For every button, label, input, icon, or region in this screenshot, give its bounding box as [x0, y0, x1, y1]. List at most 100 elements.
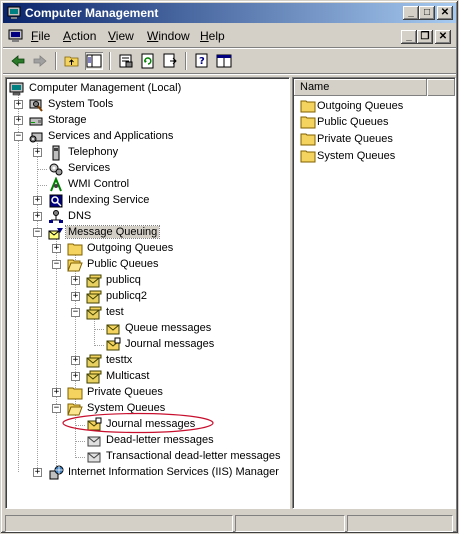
tree-node-label: Services and Applications [48, 130, 174, 142]
list-header[interactable]: Name [294, 79, 455, 96]
tree-node-system-queues[interactable]: − System Queues [7, 401, 277, 417]
tree-node-label: Private Queues [87, 386, 163, 398]
expand-icon[interactable]: + [71, 276, 80, 285]
menu-bar: File Action View Window Help _ ❐ ✕ [3, 25, 456, 47]
tree-node-services-and-applications[interactable]: − Services and Applications [7, 129, 277, 145]
folder-icon [300, 98, 316, 114]
toolbar-divider [3, 73, 456, 75]
tree-node-outgoing-queues[interactable]: + Outgoing Queues [7, 241, 277, 257]
expand-icon[interactable]: + [33, 148, 42, 157]
menu-window[interactable]: Window [147, 29, 190, 43]
expand-icon[interactable]: + [14, 116, 23, 125]
list-item[interactable]: System Queues [300, 148, 450, 164]
column-header-name[interactable]: Name [300, 81, 329, 93]
tree-node-label: Multicast [106, 370, 150, 382]
back-icon[interactable] [9, 52, 27, 70]
expand-icon[interactable]: + [71, 356, 80, 365]
list-item[interactable]: Private Queues [300, 131, 450, 147]
collapse-icon[interactable]: − [71, 308, 80, 317]
tree-line [94, 345, 104, 346]
menu-window-label: indow [158, 29, 190, 43]
tree-node-dead-letter-messages[interactable]: Dead-letter messages [7, 433, 277, 449]
tree-node-private-queues[interactable]: + Private Queues [7, 385, 277, 401]
list-item[interactable]: Outgoing Queues [300, 98, 450, 114]
folder-icon [300, 131, 316, 147]
queue-icon [86, 289, 102, 305]
title-bar[interactable]: Computer Management _ □ ✕ [3, 3, 456, 23]
mdi-minimize-button[interactable]: _ [401, 30, 417, 44]
tree-node-label: publicq2 [106, 290, 147, 302]
export-list-icon[interactable] [161, 52, 179, 70]
console-window-icon[interactable] [8, 28, 24, 44]
tree-node-publicq[interactable]: + publicq [7, 273, 277, 289]
toolbar: ? [3, 49, 456, 73]
column-divider[interactable] [426, 79, 428, 96]
expand-icon[interactable]: + [33, 468, 42, 477]
help-icon[interactable]: ? [193, 52, 211, 70]
list-pane[interactable]: Name Outgoing Queues Public Queues Priva… [292, 77, 456, 509]
menu-view[interactable]: View [108, 29, 134, 43]
close-button[interactable]: ✕ [437, 6, 453, 20]
menu-help[interactable]: Help [200, 29, 225, 43]
tree-node-system-tools[interactable]: + System Tools [7, 97, 277, 113]
tree-node-message-queuing[interactable]: − Message Queuing [7, 225, 277, 241]
collapse-icon[interactable]: − [52, 404, 61, 413]
maximize-button[interactable]: □ [419, 6, 435, 20]
expand-icon[interactable]: + [71, 372, 80, 381]
tree-node-test-journal-messages[interactable]: Journal messages [7, 337, 277, 353]
tree-node-label: Internet Information Services (IIS) Mana… [68, 466, 279, 478]
messages-icon [105, 321, 121, 337]
folder-icon [300, 148, 316, 164]
tree-pane[interactable]: Computer Management (Local) + System Too… [5, 77, 290, 509]
tree-line [37, 185, 47, 186]
tree-node-label: Indexing Service [68, 194, 150, 206]
tree-node-transactional-dead-letter-messages[interactable]: Transactional dead-letter messages [7, 449, 287, 465]
tree-node-test[interactable]: − test [7, 305, 277, 321]
properties-icon[interactable] [117, 52, 135, 70]
tree-line [94, 329, 104, 330]
show-hide-tree-icon[interactable] [85, 52, 103, 70]
tree-node-root[interactable]: Computer Management (Local) [9, 81, 279, 97]
folder-icon [300, 114, 316, 130]
expand-icon[interactable]: + [52, 244, 61, 253]
tree-node-iis-manager[interactable]: + Internet Information Services (IIS) Ma… [7, 465, 287, 481]
minimize-button[interactable]: _ [403, 6, 419, 20]
list-item[interactable]: Public Queues [300, 114, 450, 130]
tree-node-multicast[interactable]: + Multicast [7, 369, 277, 385]
tree-node-telephony[interactable]: + Telephony [7, 145, 277, 161]
tree-node-queue-messages[interactable]: Queue messages [7, 321, 277, 337]
list-item-label: System Queues [317, 150, 396, 162]
toolbar-separator [185, 52, 187, 70]
refresh-icon[interactable] [139, 52, 157, 70]
collapse-icon[interactable]: − [52, 260, 61, 269]
tree-node-publicq2[interactable]: + publicq2 [7, 289, 277, 305]
expand-icon[interactable]: + [71, 292, 80, 301]
wmi-icon [48, 176, 64, 193]
expand-icon[interactable]: + [33, 212, 42, 221]
console-tree: Computer Management (Local) + System Too… [7, 79, 289, 508]
tree-line [37, 169, 47, 170]
tree-node-wmi-control[interactable]: WMI Control [7, 176, 277, 193]
tree-node-dns[interactable]: + DNS [7, 209, 277, 225]
collapse-icon[interactable]: − [33, 228, 42, 237]
expand-icon[interactable]: + [52, 388, 61, 397]
tree-node-storage[interactable]: + Storage [7, 113, 277, 129]
tree-node-label: Dead-letter messages [106, 434, 214, 446]
tree-node-testtx[interactable]: + testtx [7, 353, 277, 369]
menu-action[interactable]: Action [63, 29, 96, 43]
tree-node-journal-messages[interactable]: Journal messages [7, 417, 277, 433]
expand-icon[interactable]: + [14, 100, 23, 109]
menu-file[interactable]: File [31, 29, 50, 43]
forward-icon[interactable] [31, 52, 49, 70]
mdi-close-button[interactable]: ✕ [435, 30, 451, 44]
system-tools-icon [28, 97, 44, 113]
tree-node-services[interactable]: Services [7, 161, 277, 177]
console-icon[interactable] [215, 52, 233, 70]
tree-node-public-queues[interactable]: − Public Queues [7, 257, 277, 273]
mdi-restore-button[interactable]: ❐ [417, 30, 433, 44]
list-pane-inner: Name Outgoing Queues Public Queues Priva… [293, 78, 455, 508]
up-folder-icon[interactable] [63, 52, 81, 70]
tree-node-indexing-service[interactable]: + Indexing Service [7, 193, 277, 209]
collapse-icon[interactable]: − [14, 132, 23, 141]
expand-icon[interactable]: + [33, 196, 42, 205]
